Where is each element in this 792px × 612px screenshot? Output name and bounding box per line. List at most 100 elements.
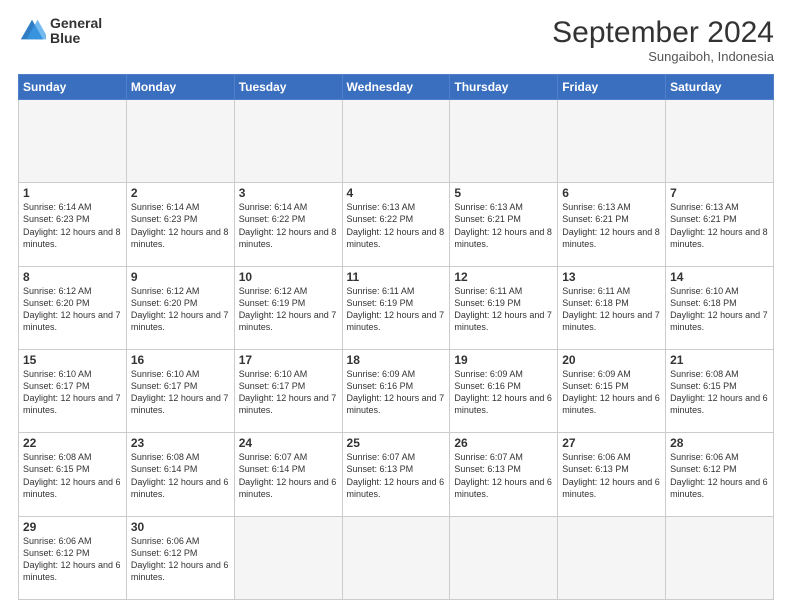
table-row bbox=[234, 100, 342, 183]
table-row: 18Sunrise: 6:09 AMSunset: 6:16 PMDayligh… bbox=[342, 349, 450, 432]
cell-info: Sunrise: 6:12 AMSunset: 6:20 PMDaylight:… bbox=[23, 285, 122, 334]
day-number: 18 bbox=[347, 353, 446, 367]
table-row: 2Sunrise: 6:14 AMSunset: 6:23 PMDaylight… bbox=[126, 183, 234, 266]
day-number: 17 bbox=[239, 353, 338, 367]
day-number: 7 bbox=[670, 186, 769, 200]
day-number: 19 bbox=[454, 353, 553, 367]
cell-info: Sunrise: 6:10 AMSunset: 6:17 PMDaylight:… bbox=[239, 368, 338, 417]
cell-info: Sunrise: 6:11 AMSunset: 6:19 PMDaylight:… bbox=[454, 285, 553, 334]
cell-info: Sunrise: 6:10 AMSunset: 6:17 PMDaylight:… bbox=[23, 368, 122, 417]
cell-info: Sunrise: 6:12 AMSunset: 6:19 PMDaylight:… bbox=[239, 285, 338, 334]
table-row bbox=[666, 100, 774, 183]
table-row: 29Sunrise: 6:06 AMSunset: 6:12 PMDayligh… bbox=[19, 516, 127, 599]
title-block: September 2024 Sungaiboh, Indonesia bbox=[552, 16, 774, 64]
day-number: 15 bbox=[23, 353, 122, 367]
cell-info: Sunrise: 6:13 AMSunset: 6:21 PMDaylight:… bbox=[562, 201, 661, 250]
cell-info: Sunrise: 6:07 AMSunset: 6:14 PMDaylight:… bbox=[239, 451, 338, 500]
col-friday: Friday bbox=[558, 75, 666, 100]
cell-info: Sunrise: 6:10 AMSunset: 6:18 PMDaylight:… bbox=[670, 285, 769, 334]
logo-text: General Blue bbox=[50, 16, 102, 47]
table-row bbox=[342, 516, 450, 599]
calendar-week-row: 8Sunrise: 6:12 AMSunset: 6:20 PMDaylight… bbox=[19, 266, 774, 349]
table-row bbox=[19, 100, 127, 183]
cell-info: Sunrise: 6:09 AMSunset: 6:15 PMDaylight:… bbox=[562, 368, 661, 417]
logo: General Blue bbox=[18, 16, 102, 47]
table-row bbox=[666, 516, 774, 599]
table-row: 7Sunrise: 6:13 AMSunset: 6:21 PMDaylight… bbox=[666, 183, 774, 266]
cell-info: Sunrise: 6:08 AMSunset: 6:15 PMDaylight:… bbox=[670, 368, 769, 417]
cell-info: Sunrise: 6:10 AMSunset: 6:17 PMDaylight:… bbox=[131, 368, 230, 417]
cell-info: Sunrise: 6:09 AMSunset: 6:16 PMDaylight:… bbox=[347, 368, 446, 417]
cell-info: Sunrise: 6:12 AMSunset: 6:20 PMDaylight:… bbox=[131, 285, 230, 334]
day-number: 26 bbox=[454, 436, 553, 450]
cell-info: Sunrise: 6:06 AMSunset: 6:12 PMDaylight:… bbox=[670, 451, 769, 500]
page: General Blue September 2024 Sungaiboh, I… bbox=[0, 0, 792, 612]
calendar-body: 1Sunrise: 6:14 AMSunset: 6:23 PMDaylight… bbox=[19, 100, 774, 600]
cell-info: Sunrise: 6:11 AMSunset: 6:18 PMDaylight:… bbox=[562, 285, 661, 334]
table-row: 6Sunrise: 6:13 AMSunset: 6:21 PMDaylight… bbox=[558, 183, 666, 266]
day-number: 23 bbox=[131, 436, 230, 450]
calendar-week-row: 1Sunrise: 6:14 AMSunset: 6:23 PMDaylight… bbox=[19, 183, 774, 266]
col-sunday: Sunday bbox=[19, 75, 127, 100]
table-row: 24Sunrise: 6:07 AMSunset: 6:14 PMDayligh… bbox=[234, 433, 342, 516]
calendar-header-row: Sunday Monday Tuesday Wednesday Thursday… bbox=[19, 75, 774, 100]
cell-info: Sunrise: 6:14 AMSunset: 6:23 PMDaylight:… bbox=[23, 201, 122, 250]
table-row: 14Sunrise: 6:10 AMSunset: 6:18 PMDayligh… bbox=[666, 266, 774, 349]
cell-info: Sunrise: 6:14 AMSunset: 6:23 PMDaylight:… bbox=[131, 201, 230, 250]
location-subtitle: Sungaiboh, Indonesia bbox=[552, 49, 774, 64]
table-row: 4Sunrise: 6:13 AMSunset: 6:22 PMDaylight… bbox=[342, 183, 450, 266]
day-number: 11 bbox=[347, 270, 446, 284]
table-row bbox=[558, 516, 666, 599]
col-thursday: Thursday bbox=[450, 75, 558, 100]
day-number: 9 bbox=[131, 270, 230, 284]
cell-info: Sunrise: 6:08 AMSunset: 6:14 PMDaylight:… bbox=[131, 451, 230, 500]
col-tuesday: Tuesday bbox=[234, 75, 342, 100]
calendar-week-row bbox=[19, 100, 774, 183]
day-number: 24 bbox=[239, 436, 338, 450]
calendar-week-row: 29Sunrise: 6:06 AMSunset: 6:12 PMDayligh… bbox=[19, 516, 774, 599]
table-row: 9Sunrise: 6:12 AMSunset: 6:20 PMDaylight… bbox=[126, 266, 234, 349]
day-number: 4 bbox=[347, 186, 446, 200]
day-number: 8 bbox=[23, 270, 122, 284]
table-row: 19Sunrise: 6:09 AMSunset: 6:16 PMDayligh… bbox=[450, 349, 558, 432]
day-number: 29 bbox=[23, 520, 122, 534]
cell-info: Sunrise: 6:06 AMSunset: 6:13 PMDaylight:… bbox=[562, 451, 661, 500]
day-number: 5 bbox=[454, 186, 553, 200]
cell-info: Sunrise: 6:07 AMSunset: 6:13 PMDaylight:… bbox=[454, 451, 553, 500]
table-row bbox=[342, 100, 450, 183]
day-number: 3 bbox=[239, 186, 338, 200]
calendar-week-row: 22Sunrise: 6:08 AMSunset: 6:15 PMDayligh… bbox=[19, 433, 774, 516]
cell-info: Sunrise: 6:11 AMSunset: 6:19 PMDaylight:… bbox=[347, 285, 446, 334]
table-row: 22Sunrise: 6:08 AMSunset: 6:15 PMDayligh… bbox=[19, 433, 127, 516]
table-row: 21Sunrise: 6:08 AMSunset: 6:15 PMDayligh… bbox=[666, 349, 774, 432]
logo-icon bbox=[18, 17, 46, 45]
table-row: 13Sunrise: 6:11 AMSunset: 6:18 PMDayligh… bbox=[558, 266, 666, 349]
cell-info: Sunrise: 6:13 AMSunset: 6:22 PMDaylight:… bbox=[347, 201, 446, 250]
table-row: 25Sunrise: 6:07 AMSunset: 6:13 PMDayligh… bbox=[342, 433, 450, 516]
col-wednesday: Wednesday bbox=[342, 75, 450, 100]
calendar-week-row: 15Sunrise: 6:10 AMSunset: 6:17 PMDayligh… bbox=[19, 349, 774, 432]
day-number: 30 bbox=[131, 520, 230, 534]
table-row: 5Sunrise: 6:13 AMSunset: 6:21 PMDaylight… bbox=[450, 183, 558, 266]
day-number: 14 bbox=[670, 270, 769, 284]
day-number: 6 bbox=[562, 186, 661, 200]
day-number: 12 bbox=[454, 270, 553, 284]
table-row: 15Sunrise: 6:10 AMSunset: 6:17 PMDayligh… bbox=[19, 349, 127, 432]
cell-info: Sunrise: 6:13 AMSunset: 6:21 PMDaylight:… bbox=[670, 201, 769, 250]
table-row: 11Sunrise: 6:11 AMSunset: 6:19 PMDayligh… bbox=[342, 266, 450, 349]
table-row bbox=[558, 100, 666, 183]
col-saturday: Saturday bbox=[666, 75, 774, 100]
table-row: 20Sunrise: 6:09 AMSunset: 6:15 PMDayligh… bbox=[558, 349, 666, 432]
table-row: 12Sunrise: 6:11 AMSunset: 6:19 PMDayligh… bbox=[450, 266, 558, 349]
table-row: 26Sunrise: 6:07 AMSunset: 6:13 PMDayligh… bbox=[450, 433, 558, 516]
day-number: 1 bbox=[23, 186, 122, 200]
day-number: 27 bbox=[562, 436, 661, 450]
cell-info: Sunrise: 6:09 AMSunset: 6:16 PMDaylight:… bbox=[454, 368, 553, 417]
day-number: 13 bbox=[562, 270, 661, 284]
table-row: 27Sunrise: 6:06 AMSunset: 6:13 PMDayligh… bbox=[558, 433, 666, 516]
cell-info: Sunrise: 6:07 AMSunset: 6:13 PMDaylight:… bbox=[347, 451, 446, 500]
table-row: 3Sunrise: 6:14 AMSunset: 6:22 PMDaylight… bbox=[234, 183, 342, 266]
table-row: 28Sunrise: 6:06 AMSunset: 6:12 PMDayligh… bbox=[666, 433, 774, 516]
table-row: 30Sunrise: 6:06 AMSunset: 6:12 PMDayligh… bbox=[126, 516, 234, 599]
table-row: 16Sunrise: 6:10 AMSunset: 6:17 PMDayligh… bbox=[126, 349, 234, 432]
